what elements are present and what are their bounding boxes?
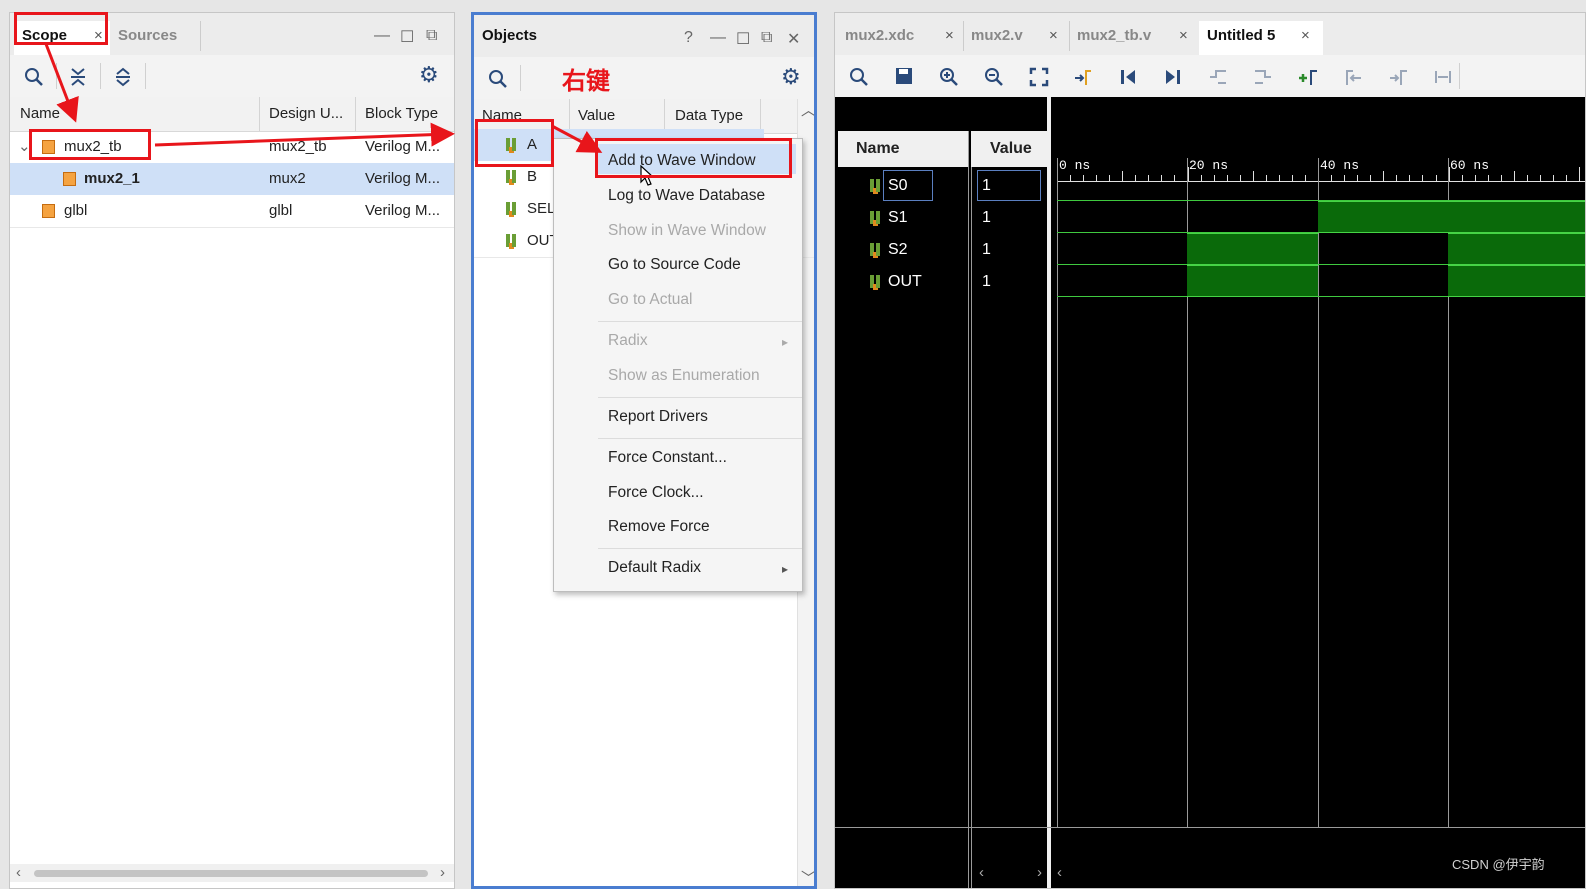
arrow-a-to-menu	[551, 124, 603, 153]
arrow-scope-to-mux2-tb	[44, 43, 79, 123]
arrow-mux2-tb-to-objects	[154, 122, 455, 147]
annotation-arrows	[44, 43, 603, 153]
